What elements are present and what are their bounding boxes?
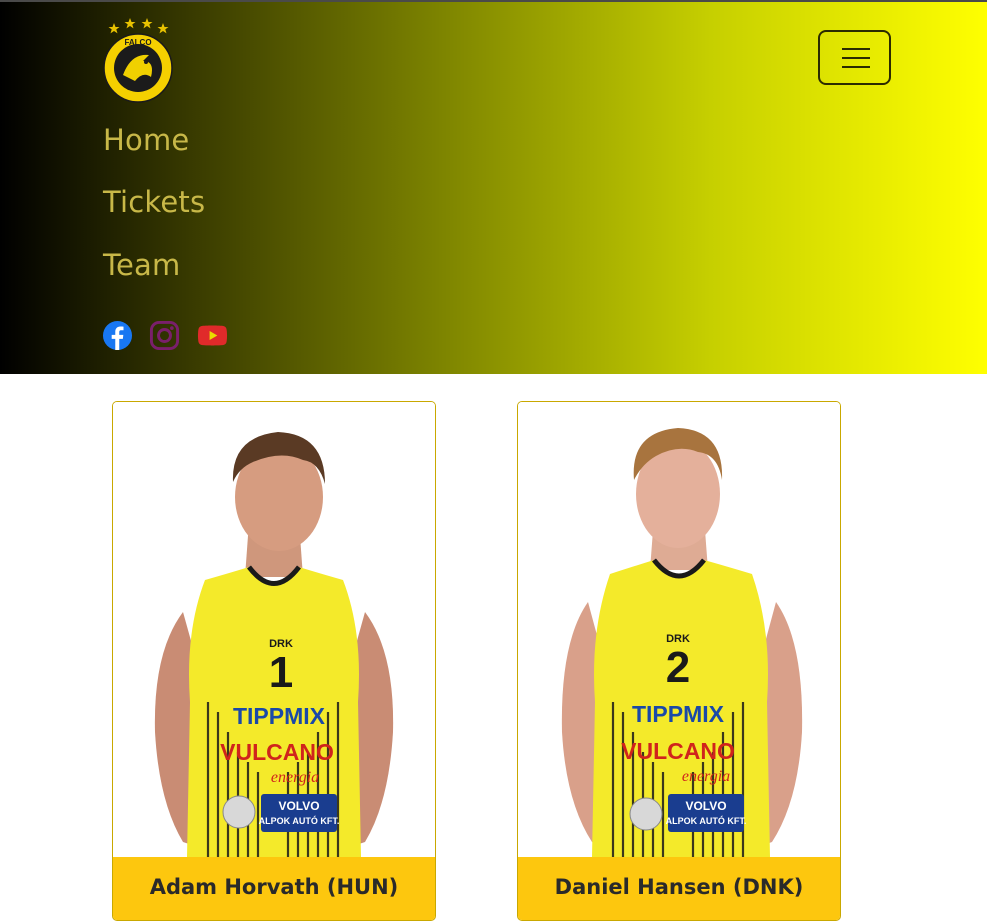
svg-text:ALPOK AUTÓ KFT.: ALPOK AUTÓ KFT. (666, 815, 747, 826)
svg-text:VOLVO: VOLVO (685, 799, 726, 813)
svg-text:VOLVO: VOLVO (278, 799, 319, 813)
svg-text:TIPPMIX: TIPPMIX (233, 703, 326, 729)
player-photo: 2 DRK TIPPMIX VULCANO energia VOLVO ALPO… (518, 402, 840, 857)
svg-text:energia: energia (271, 769, 319, 786)
youtube-icon[interactable] (197, 320, 228, 351)
svg-text:TIPPMIX: TIPPMIX (632, 701, 725, 727)
player-card[interactable]: 2 DRK TIPPMIX VULCANO energia VOLVO ALPO… (517, 401, 841, 921)
instagram-icon[interactable] (149, 320, 180, 351)
svg-text:1: 1 (269, 648, 293, 697)
nav-link-home[interactable]: Home (103, 126, 189, 155)
nav-link-team[interactable]: Team (103, 251, 180, 280)
svg-text:FALCO: FALCO (124, 38, 151, 47)
facebook-icon[interactable] (102, 320, 133, 351)
svg-text:energia: energia (682, 768, 730, 785)
svg-text:VULCANO: VULCANO (220, 739, 334, 765)
player-name: Adam Horvath (HUN) (113, 857, 435, 920)
svg-text:DRK: DRK (666, 633, 690, 645)
player-photo: 1 DRK TIPPMIX VULCANO energia VOLVO ALPO… (113, 402, 435, 857)
svg-text:2: 2 (666, 643, 690, 692)
svg-text:VULCANO: VULCANO (621, 738, 735, 764)
svg-text:ALPOK AUTÓ KFT.: ALPOK AUTÓ KFT. (259, 815, 340, 826)
player-name: Daniel Hansen (DNK) (518, 857, 840, 920)
navbar: FALCO Home Tickets Team (0, 2, 987, 374)
navbar-toggler-button[interactable] (818, 30, 891, 85)
player-card[interactable]: 1 DRK TIPPMIX VULCANO energia VOLVO ALPO… (112, 401, 436, 921)
nav-link-tickets[interactable]: Tickets (103, 188, 205, 217)
falco-logo[interactable]: FALCO (103, 15, 175, 105)
svg-text:DRK: DRK (269, 638, 293, 650)
